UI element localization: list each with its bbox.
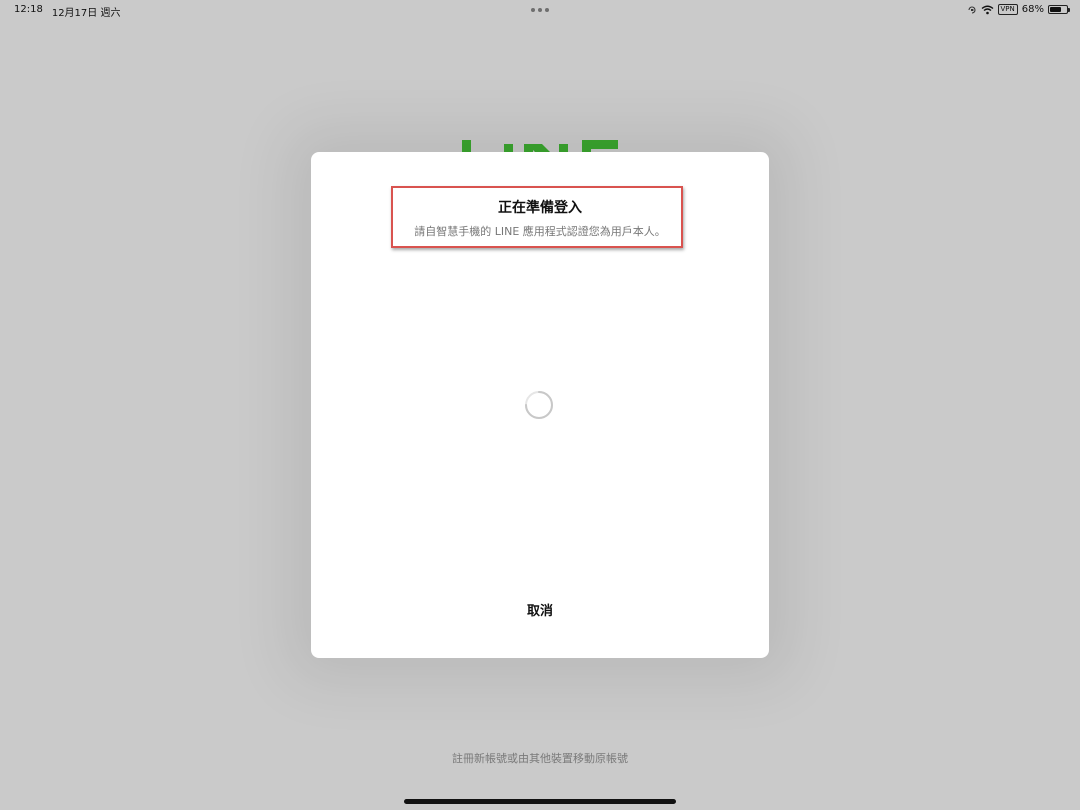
- status-left: 12:18 12月17日 週六: [14, 4, 120, 19]
- rotation-lock-icon: [967, 5, 976, 14]
- dialog-title: 正在準備登入: [498, 200, 582, 216]
- cancel-button[interactable]: 取消: [500, 594, 580, 624]
- status-bar: 12:18 12月17日 週六 VPN 68%: [0, 0, 1080, 20]
- home-indicator[interactable]: [404, 799, 676, 804]
- multitask-dots-icon[interactable]: [531, 8, 549, 12]
- login-dialog: 正在準備登入 請自智慧手機的 LINE 應用程式認證您為用戶本人。 取消: [311, 152, 769, 658]
- spinner-icon: [525, 391, 553, 419]
- status-date: 12月17日 週六: [51, 8, 121, 19]
- battery-percentage: 68%: [1021, 4, 1044, 15]
- status-right: VPN 68%: [967, 4, 1070, 15]
- status-time: 12:18: [14, 4, 43, 15]
- wifi-icon: [981, 5, 993, 14]
- dialog-subtitle: 請自智慧手機的 LINE 應用程式認證您為用戶本人。: [414, 225, 666, 238]
- register-transfer-link[interactable]: 註冊新帳號或由其他裝置移動原帳號: [0, 750, 1080, 766]
- battery-icon: [1048, 5, 1070, 14]
- vpn-icon: VPN: [997, 4, 1018, 15]
